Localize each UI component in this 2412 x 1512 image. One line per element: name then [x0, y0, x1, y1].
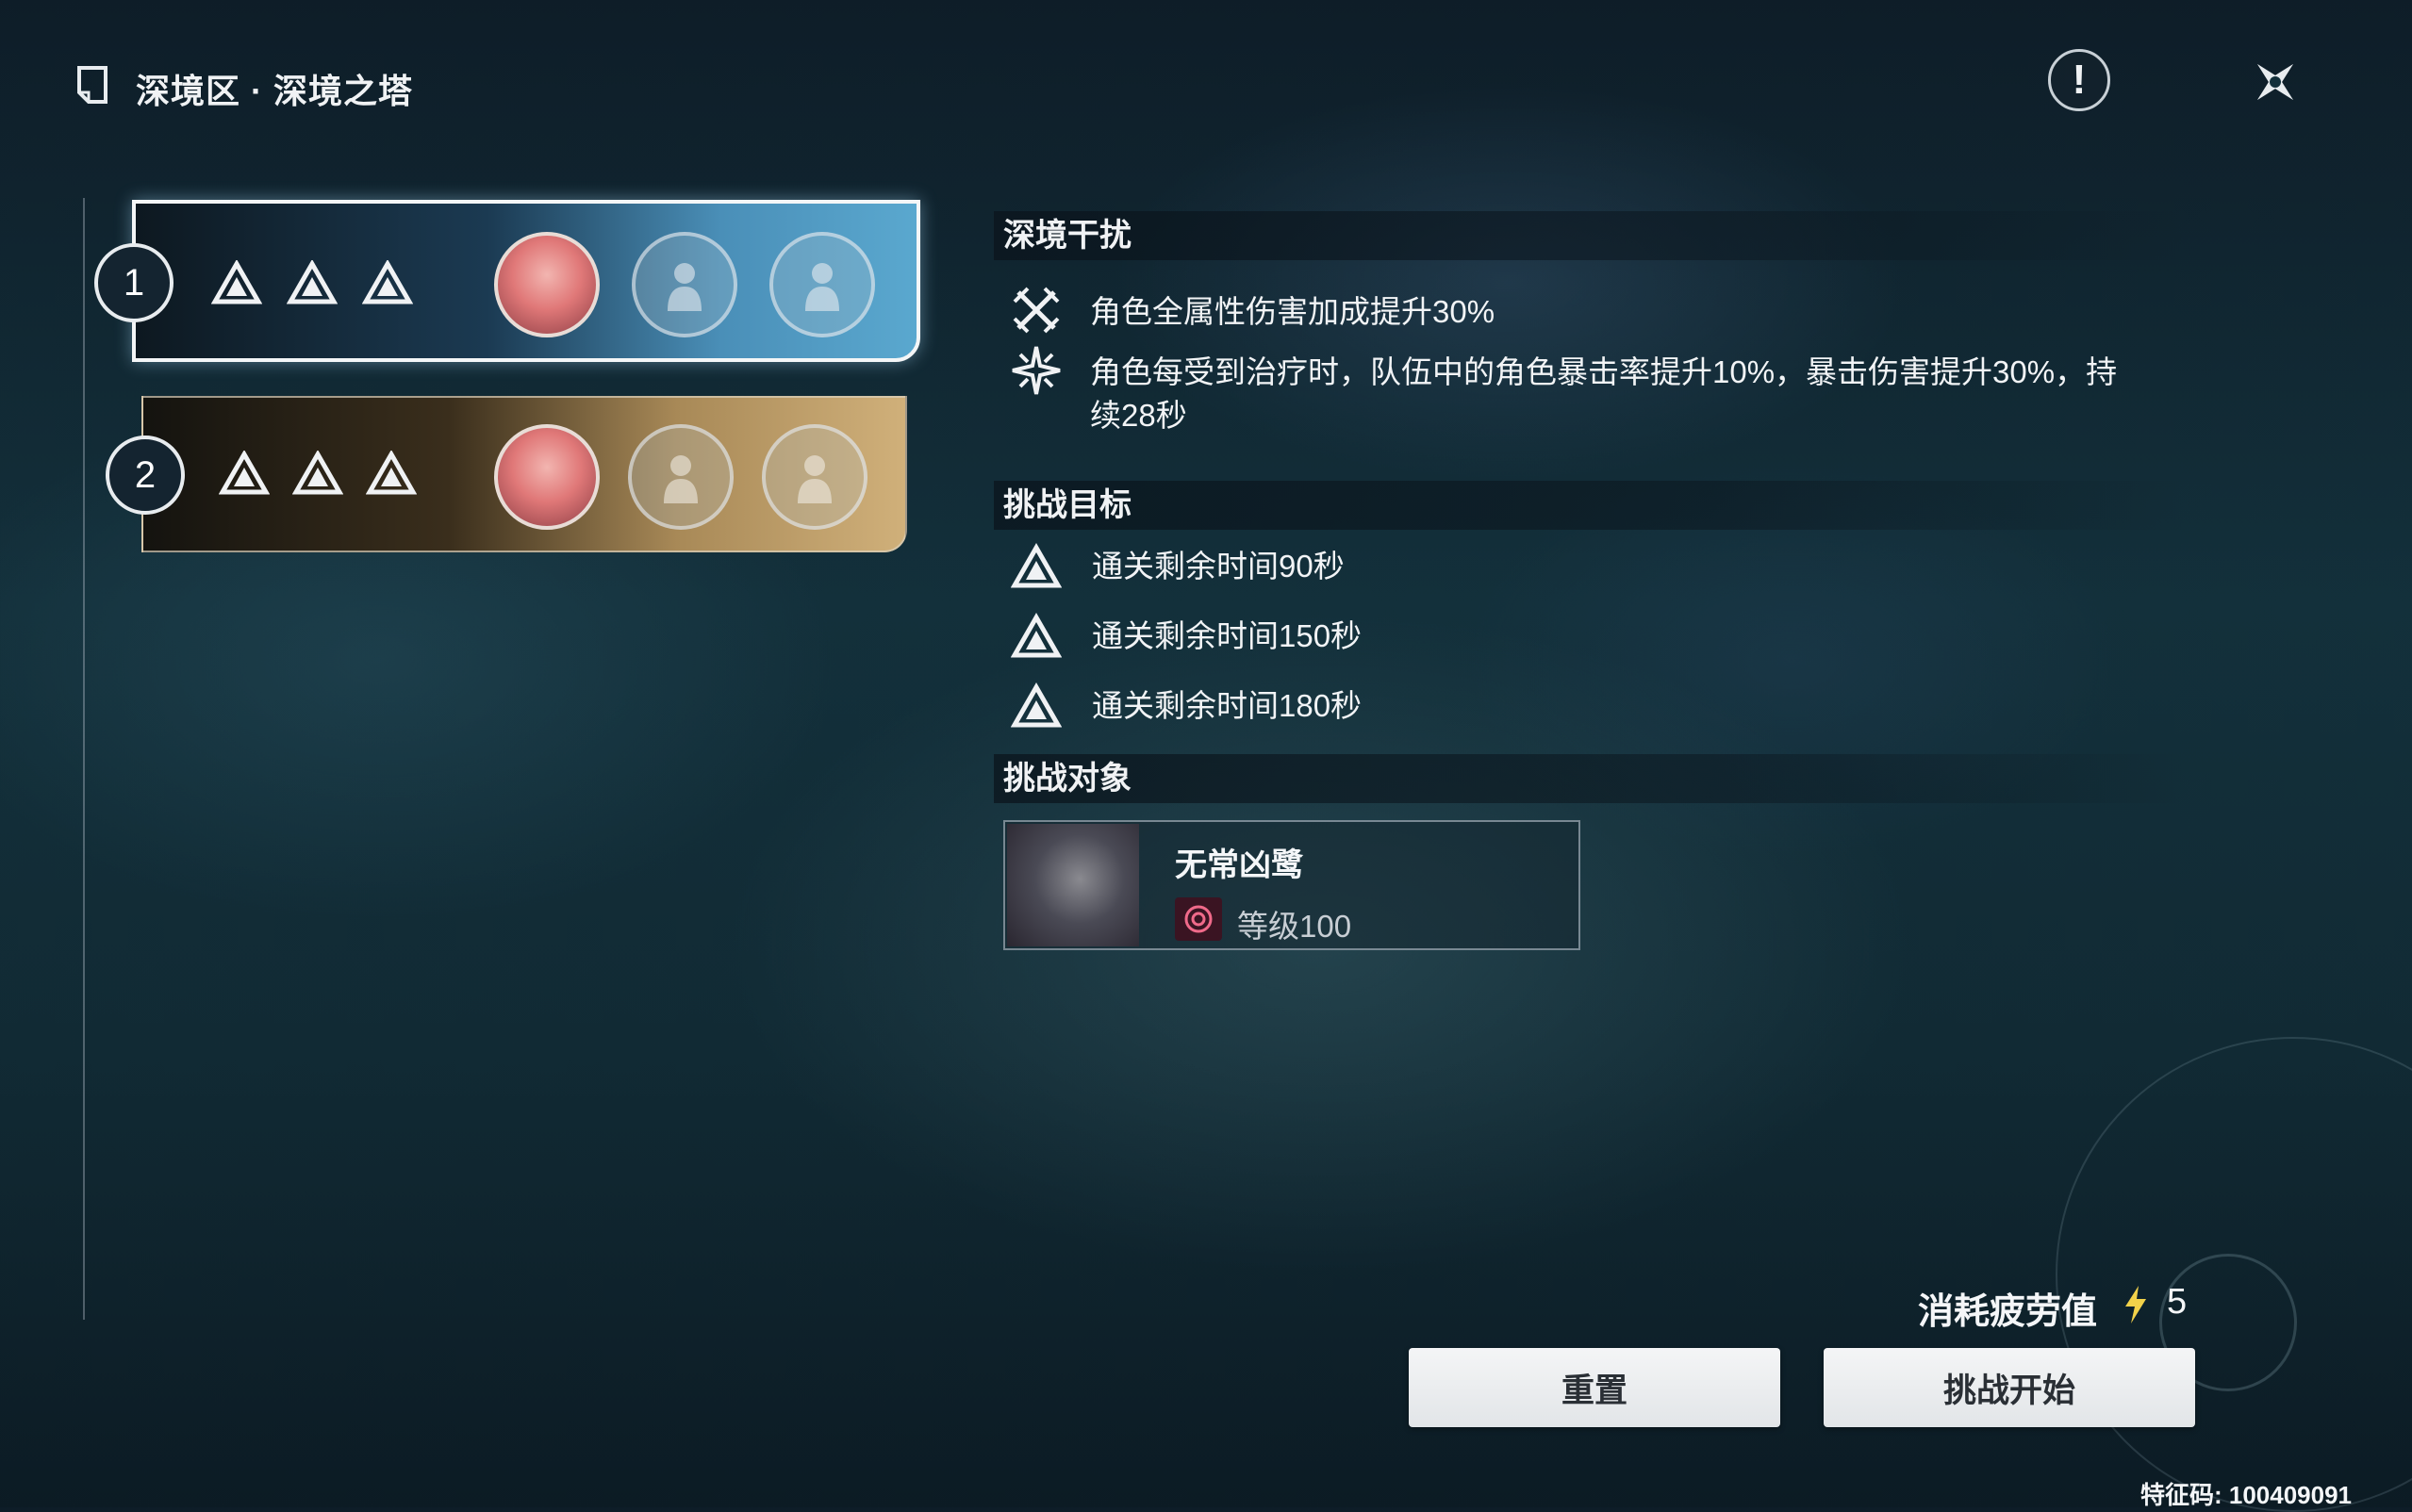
character-portrait[interactable] [494, 424, 600, 530]
person-silhouette-icon [798, 455, 832, 503]
interference-text-2-line1: 角色每受到治疗时，队伍中的角色暴击率提升10%，暴击伤害提升30%，持 [1090, 354, 2118, 389]
triangle-emblem-icon [1011, 682, 1062, 728]
objective-text-2: 通关剩余时间150秒 [1092, 618, 1363, 653]
uid-label: 特征码: 100409091 [2140, 1481, 2353, 1509]
triangle-emblem-icon [1011, 542, 1062, 588]
interference-text-1: 角色全属性伤害加成提升30% [1090, 294, 1495, 329]
fatigue-value: 5 [2167, 1282, 2188, 1322]
spiral-element-icon [1184, 905, 1213, 933]
close-button[interactable] [2242, 49, 2308, 115]
stage-number-2: 2 [106, 436, 185, 515]
exclamation-icon: ! [2072, 57, 2087, 103]
empty-character-slot[interactable] [769, 232, 875, 337]
enemy-portrait [1007, 824, 1139, 946]
star-triangle-icon [362, 260, 413, 304]
start-challenge-button[interactable]: 挑战开始 [1824, 1348, 2195, 1427]
interference-text-2-line2: 续28秒 [1090, 398, 1187, 433]
section-title-interference: 深境干扰 [994, 211, 2191, 260]
lightning-bolt-icon [2125, 1286, 2146, 1323]
section-title-objectives: 挑战目标 [994, 481, 2191, 530]
character-portrait[interactable] [494, 232, 600, 337]
fatigue-label: 消耗疲劳值 [1918, 1292, 2098, 1332]
person-silhouette-icon [668, 263, 702, 311]
objective-text-1: 通关剩余时间90秒 [1092, 549, 1345, 583]
star-triangle-icon [211, 260, 262, 304]
star-triangle-icon [219, 451, 270, 495]
empty-character-slot[interactable] [632, 232, 737, 337]
crossed-swords-icon [1013, 287, 1060, 334]
objective-text-3: 通关剩余时间180秒 [1092, 688, 1363, 723]
star-triangle-icon [287, 260, 338, 304]
empty-character-slot[interactable] [628, 424, 734, 530]
enemy-level: 等级100 [1237, 909, 1352, 944]
info-button[interactable]: ! [2048, 49, 2110, 111]
section-title-targets: 挑战对象 [994, 754, 2191, 803]
enemy-name: 无常凶鹭 [1175, 847, 1303, 883]
star-triangle-icon [366, 451, 417, 495]
star-triangle-icon [292, 451, 343, 495]
enemy-card[interactable]: 无常凶鹭 等级100 [1003, 820, 1580, 950]
person-silhouette-icon [664, 455, 698, 503]
element-badge [1175, 897, 1222, 941]
triangle-emblem-icon [1011, 612, 1062, 658]
page-title: 深境区 · 深境之塔 [136, 72, 413, 110]
reset-button[interactable]: 重置 [1409, 1348, 1780, 1427]
sparkle-burst-icon [1012, 346, 1061, 395]
bookmark-icon [77, 66, 107, 104]
stage-number-1: 1 [94, 243, 173, 322]
stage-timeline [83, 198, 85, 1320]
person-silhouette-icon [805, 263, 839, 311]
empty-character-slot[interactable] [762, 424, 867, 530]
